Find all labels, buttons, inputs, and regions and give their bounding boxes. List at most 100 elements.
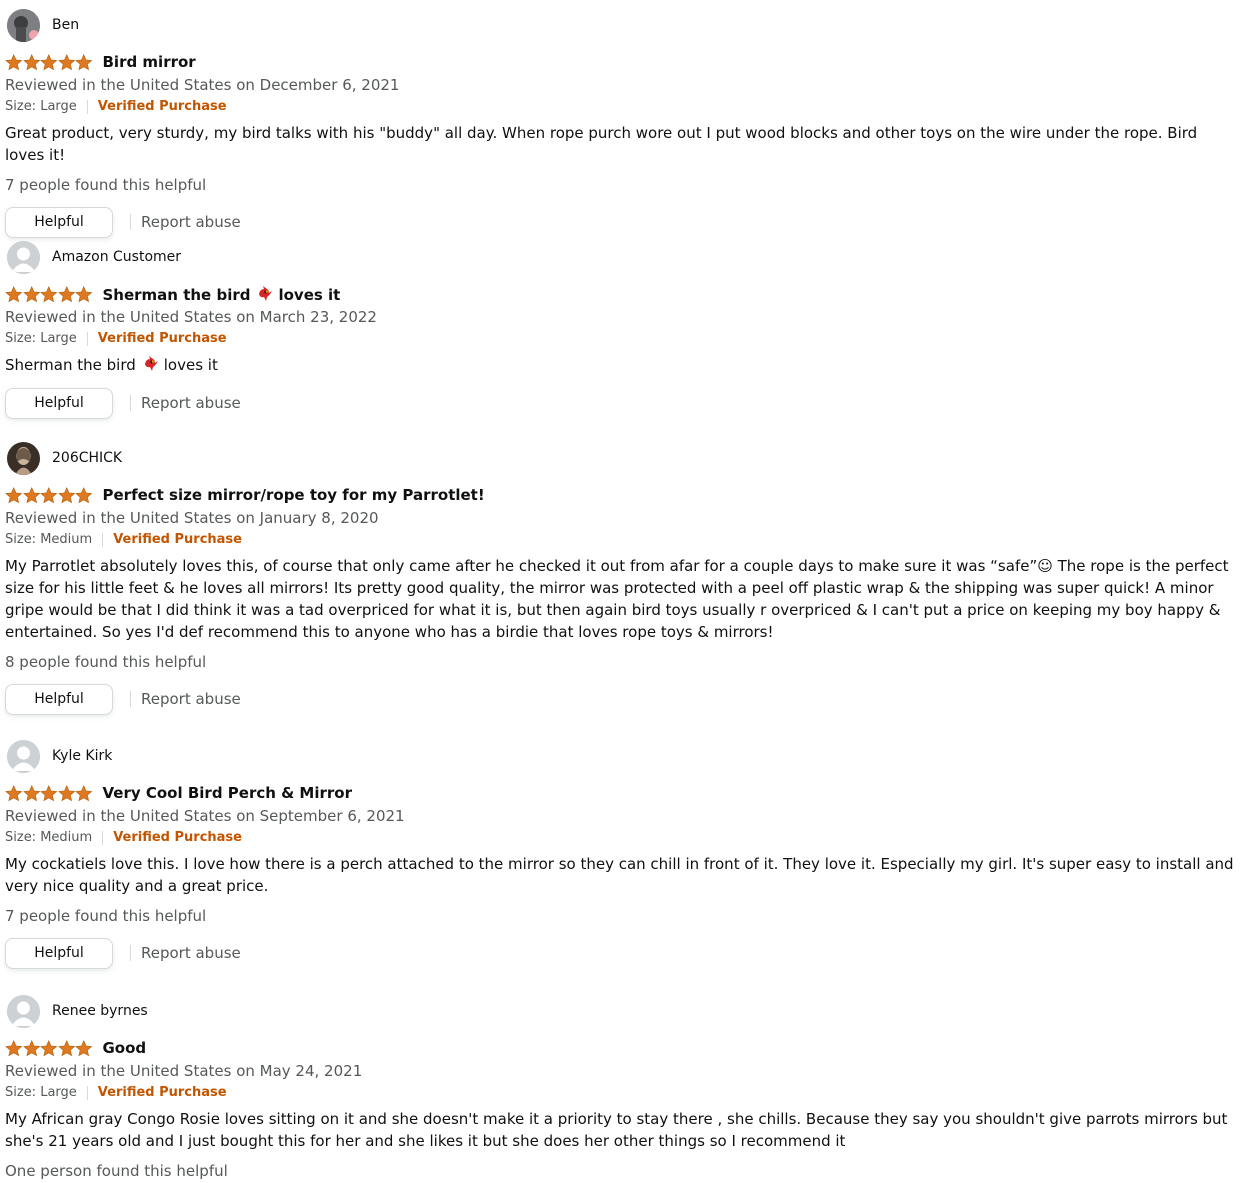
review-body-text: loves it: [163, 356, 218, 374]
default-avatar-icon: [7, 740, 40, 773]
divider: [86, 332, 88, 346]
review-item: Amazon Customer Sherman the bird loves it…: [5, 241, 1235, 420]
review-item: Renee byrnes Good Reviewed in the United…: [5, 995, 1235, 1182]
star-icon: [75, 285, 93, 303]
review-item: 206CHICK Perfect size mirror/rope toy fo…: [5, 442, 1235, 716]
reviewer-profile[interactable]: Ben: [5, 9, 1235, 43]
reviewer-name: Renee byrnes: [52, 1003, 148, 1019]
star-rating[interactable]: [5, 285, 93, 303]
review-date: Reviewed in the United States on Decembe…: [5, 76, 400, 94]
cardinal-bird-icon: [140, 355, 160, 373]
star-rating[interactable]: [5, 784, 93, 802]
helpful-count: 7 people found this helpful: [5, 176, 207, 194]
review-title[interactable]: Good: [103, 1039, 147, 1057]
reviewer-profile[interactable]: Amazon Customer: [5, 241, 1235, 275]
divider: [102, 831, 104, 845]
helpful-count: 8 people found this helpful: [5, 653, 207, 671]
review-body-text: Sherman the bird: [5, 356, 136, 374]
reviewer-name: Kyle Kirk: [52, 748, 113, 764]
default-avatar-icon: [7, 995, 40, 1028]
star-icon: [5, 486, 23, 504]
helpful-button[interactable]: Helpful: [5, 387, 113, 419]
review-body: My cockatiels love this. I love how ther…: [5, 855, 1234, 895]
size-variant[interactable]: Size: Large: [5, 1082, 77, 1104]
review-body: My African gray Congo Rosie loves sittin…: [5, 1110, 1228, 1150]
review-title[interactable]: Very Cool Bird Perch & Mirror: [103, 784, 353, 802]
reviewer-avatar: [7, 442, 40, 475]
star-icon: [22, 1039, 41, 1057]
size-variant[interactable]: Size: Medium: [5, 529, 92, 551]
review-date: Reviewed in the United States on January…: [5, 509, 379, 527]
reviewer-name: Amazon Customer: [52, 249, 182, 265]
verified-purchase-badge: Verified Purchase: [113, 830, 242, 845]
divider: [130, 945, 131, 961]
star-icon: [40, 1039, 58, 1057]
star-icon: [57, 1039, 76, 1057]
star-icon: [22, 784, 41, 802]
size-variant[interactable]: Size: Large: [5, 328, 77, 350]
helpful-button[interactable]: Helpful: [5, 206, 113, 238]
divider: [130, 214, 131, 230]
star-icon: [5, 784, 23, 802]
star-icon: [57, 486, 76, 504]
divider: [130, 395, 131, 411]
verified-purchase-badge: Verified Purchase: [97, 331, 227, 346]
review-body: My Parrotlet absolutely loves this, of c…: [5, 557, 1229, 641]
reviewer-profile[interactable]: Kyle Kirk: [5, 740, 1235, 774]
star-icon: [40, 486, 58, 504]
star-icon: [75, 1039, 93, 1057]
star-icon: [57, 53, 76, 71]
helpful-button[interactable]: Helpful: [5, 937, 113, 969]
star-icon: [40, 285, 58, 303]
report-abuse-link[interactable]: Report abuse: [141, 944, 241, 962]
report-abuse-link[interactable]: Report abuse: [141, 690, 241, 708]
divider: [86, 1086, 88, 1100]
star-rating[interactable]: [5, 1039, 93, 1057]
divider: [102, 533, 104, 547]
reviewer-profile[interactable]: 206CHICK: [5, 442, 1235, 476]
report-abuse-link[interactable]: Report abuse: [141, 213, 241, 231]
star-icon: [75, 486, 93, 504]
star-icon: [5, 53, 23, 71]
star-icon: [22, 285, 41, 303]
helpful-count: One person found this helpful: [5, 1162, 228, 1180]
star-icon: [40, 53, 58, 71]
reviewer-name: Ben: [52, 17, 80, 33]
star-icon: [5, 285, 23, 303]
star-rating[interactable]: [5, 53, 93, 71]
cardinal-bird-icon: [254, 285, 274, 303]
verified-purchase-badge: Verified Purchase: [113, 532, 242, 547]
star-icon: [22, 53, 41, 71]
verified-purchase-badge: Verified Purchase: [97, 99, 227, 114]
reviewer-name: 206CHICK: [52, 450, 123, 466]
report-abuse-link[interactable]: Report abuse: [141, 394, 241, 412]
helpful-button[interactable]: Helpful: [5, 683, 113, 715]
review-title[interactable]: Perfect size mirror/rope toy for my Parr…: [103, 486, 485, 504]
review-body: Sherman the bird loves it: [5, 354, 1235, 376]
review-title-text: Sherman the bird: [102, 285, 251, 304]
review-title[interactable]: Bird mirror: [103, 53, 196, 71]
divider: [86, 100, 88, 114]
review-date: Reviewed in the United States on May 24,…: [5, 1062, 363, 1080]
helpful-count: 7 people found this helpful: [5, 907, 207, 925]
review-date: Reviewed in the United States on March 2…: [5, 308, 377, 326]
size-variant[interactable]: Size: Medium: [5, 827, 92, 849]
reviewer-avatar: [7, 9, 40, 42]
star-icon: [40, 784, 58, 802]
review-item: Kyle Kirk Very Cool Bird Perch & Mirror …: [5, 740, 1235, 970]
star-icon: [57, 285, 76, 303]
star-icon: [22, 486, 41, 504]
star-icon: [75, 53, 93, 71]
star-rating[interactable]: [5, 486, 93, 504]
size-variant[interactable]: Size: Large: [5, 96, 77, 118]
verified-purchase-badge: Verified Purchase: [97, 1085, 227, 1100]
divider: [130, 691, 131, 707]
default-avatar-icon: [7, 241, 40, 274]
star-icon: [5, 1039, 23, 1057]
review-date: Reviewed in the United States on Septemb…: [5, 807, 405, 825]
reviewer-profile[interactable]: Renee byrnes: [5, 995, 1235, 1029]
review-title[interactable]: Sherman the bird loves it: [102, 285, 341, 304]
review-body: Great product, very sturdy, my bird talk…: [5, 124, 1198, 164]
review-title-text: loves it: [278, 285, 341, 304]
star-icon: [75, 784, 93, 802]
